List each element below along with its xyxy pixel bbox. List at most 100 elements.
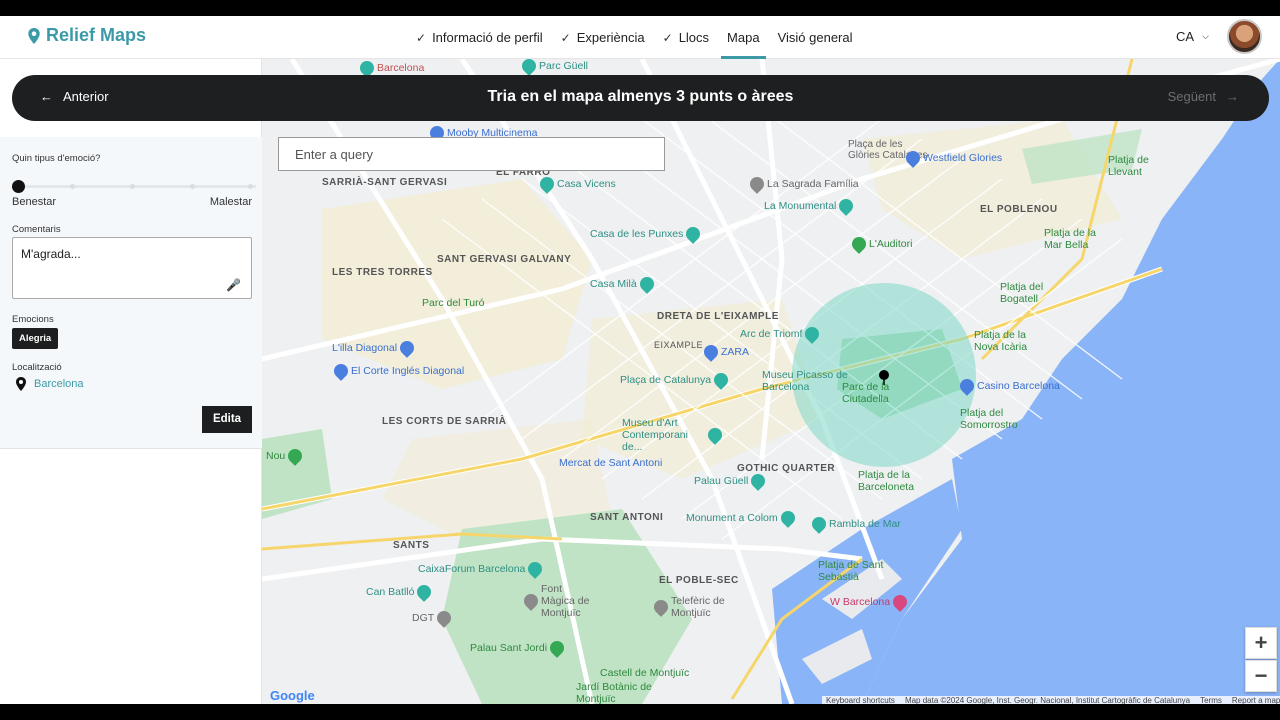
map-view[interactable]: SARRIÀ-SANT GERVASI EL FARRO SANT GERVAS… bbox=[262, 59, 1280, 704]
comment-text: M'agrada... bbox=[21, 247, 81, 261]
top-navigation: Relief Maps ✓ Informació de perfil ✓ Exper… bbox=[0, 16, 1280, 59]
microphone-icon[interactable]: 🎤 bbox=[226, 278, 241, 292]
poi-teleferic[interactable]: Telefèric de Montjuïc bbox=[651, 595, 744, 619]
zoom-out-button[interactable]: − bbox=[1245, 660, 1277, 692]
poi-font-magica[interactable]: Font Màgica de Montjuïc bbox=[521, 583, 594, 619]
poi-w-barcelona[interactable]: W Barcelona bbox=[830, 592, 911, 612]
tab-map[interactable]: Mapa bbox=[721, 16, 766, 59]
map-pin-icon bbox=[28, 27, 40, 44]
left-panel: Quin tipus d'emoció? Benestar Malestar C… bbox=[0, 59, 262, 704]
emotions-label: Emocions bbox=[12, 314, 54, 325]
slider-left-label: Benestar bbox=[12, 196, 57, 208]
poi-mercat-sant-antoni[interactable]: Mercat de Sant Antoni bbox=[559, 457, 662, 469]
keyboard-shortcuts-link[interactable]: Keyboard shortcuts bbox=[826, 696, 895, 704]
check-icon: ✓ bbox=[560, 30, 571, 45]
tab-label: Llocs bbox=[678, 30, 710, 45]
poi-casa-vicens[interactable]: Casa Vicens bbox=[537, 174, 616, 194]
instruction-banner: ← Anterior Tria en el mapa almenys 3 pun… bbox=[12, 75, 1269, 121]
poi-can-batllo[interactable]: Can Batlló bbox=[366, 582, 435, 602]
check-icon: ✓ bbox=[662, 30, 673, 45]
poi-nou[interactable]: Nou bbox=[266, 446, 306, 466]
poi-platja-bogatell[interactable]: Platja del Bogatell bbox=[1000, 281, 1060, 305]
banner-title: Tria en el mapa almenys 3 punts o àrees bbox=[487, 88, 794, 105]
poi-platja-barceloneta[interactable]: Platja de la Barceloneta bbox=[858, 469, 928, 493]
poi-parc-ciutadella[interactable]: Parc de la Ciutadella bbox=[842, 381, 902, 405]
check-icon: ✓ bbox=[416, 30, 427, 45]
poi-sagrada-familia[interactable]: La Sagrada Família bbox=[747, 174, 859, 194]
brand[interactable]: Relief Maps bbox=[28, 25, 146, 46]
slider-right-label: Malestar bbox=[209, 196, 252, 208]
tab-profile-info[interactable]: ✓ Informació de perfil bbox=[416, 16, 543, 59]
poi-auditori[interactable]: L'Auditori bbox=[849, 234, 912, 254]
district-label: SANT ANTONI bbox=[590, 512, 664, 523]
slider-tick bbox=[190, 184, 195, 189]
poi-corte-ingles[interactable]: El Corte Inglés Diagonal bbox=[331, 361, 464, 381]
poi-platja-mar-bella[interactable]: Platja de la Mar Bella bbox=[1044, 227, 1114, 251]
poi-palau-sant-jordi[interactable]: Palau Sant Jordi bbox=[470, 638, 567, 658]
poi-macba[interactable]: Museu d'Art Contemporani de... bbox=[622, 417, 725, 453]
district-label: LES CORTS DE SARRIÀ bbox=[382, 416, 507, 427]
map-data-text: Map data ©2024 Google, Inst. Geogr. Naci… bbox=[904, 696, 1191, 704]
poi-monumental[interactable]: La Monumental bbox=[764, 196, 857, 216]
poi-casa-mila[interactable]: Casa Milà bbox=[590, 274, 657, 294]
slider-tick bbox=[248, 184, 253, 189]
district-label: LES TRES TORRES bbox=[332, 267, 433, 278]
zoom-in-button[interactable]: + bbox=[1245, 627, 1277, 659]
district-label: DRETA DE L'EIXAMPLE bbox=[657, 311, 779, 322]
comment-label: Comentaris bbox=[12, 224, 61, 235]
poi-parc-turo[interactable]: Parc del Turó bbox=[422, 297, 484, 309]
map-search-input[interactable]: Enter a query bbox=[278, 137, 665, 171]
poi-rambla-mar[interactable]: Rambla de Mar bbox=[809, 514, 901, 534]
next-label: Següent bbox=[1167, 89, 1216, 104]
poi-palau-guell[interactable]: Palau Güell bbox=[694, 471, 769, 491]
tab-label: Experiència bbox=[576, 30, 645, 45]
brand-name: Relief Maps bbox=[46, 25, 147, 45]
language-selector[interactable]: CA ⌵ bbox=[1176, 29, 1209, 44]
emotion-tag: Alegria bbox=[12, 328, 59, 349]
district-label: SARRIÀ-SANT GERVASI bbox=[322, 177, 448, 188]
poi-castell-montjuic[interactable]: Castell de Montjuïc bbox=[600, 667, 689, 679]
google-logo: Google bbox=[270, 688, 315, 703]
poi-lilla[interactable]: L'illa Diagonal bbox=[332, 338, 417, 358]
tab-places[interactable]: ✓ Llocs bbox=[663, 16, 709, 59]
poi-zara[interactable]: ZARA bbox=[701, 342, 749, 362]
poi-platja-llevant[interactable]: Platja de Llevant bbox=[1108, 154, 1168, 178]
edit-button[interactable]: Edita bbox=[202, 406, 252, 433]
poi-caixaforum[interactable]: CaixaForum Barcelona bbox=[418, 559, 546, 579]
emotion-slider-thumb[interactable] bbox=[12, 180, 25, 193]
poi-platja-somorrostro[interactable]: Platja del Somorrostro bbox=[960, 407, 1030, 431]
poi-parc-guell[interactable]: Parc Güell bbox=[519, 59, 588, 76]
poi-casa-punxes[interactable]: Casa de les Punxes bbox=[590, 224, 704, 244]
poi-placa-catalunya[interactable]: Plaça de Catalunya bbox=[620, 370, 731, 390]
app-frame: SARRIÀ-SANT GERVASI EL FARRO SANT GERVAS… bbox=[0, 16, 1280, 704]
district-label: EIXAMPLE bbox=[654, 340, 704, 350]
emotion-slider-track[interactable] bbox=[18, 185, 256, 188]
tab-label: Visió general bbox=[777, 30, 853, 45]
comment-textarea[interactable]: M'agrada... 🎤 bbox=[12, 237, 252, 299]
user-avatar[interactable] bbox=[1227, 19, 1262, 54]
report-error-link[interactable]: Report a map error bbox=[1232, 696, 1280, 704]
location-label: Localització bbox=[12, 362, 62, 373]
map-attribution: Keyboard shortcuts Map data ©2024 Google… bbox=[822, 696, 1280, 704]
point-detail-card: Quin tipus d'emoció? Benestar Malestar C… bbox=[0, 137, 262, 449]
district-label: SANTS bbox=[393, 540, 430, 551]
tab-overview[interactable]: Visió general bbox=[778, 16, 853, 59]
district-label: EL POBLENOU bbox=[980, 204, 1058, 215]
poi-platja-sant-sebastia[interactable]: Platja de Sant Sebastià bbox=[818, 559, 888, 583]
district-label: SANT GERVASI GALVANY bbox=[437, 254, 572, 265]
poi-dgt[interactable]: DGT bbox=[412, 608, 455, 628]
poi-jardi-botanic[interactable]: Jardí Botànic de Montjuïc bbox=[576, 681, 666, 704]
tab-experience[interactable]: ✓ Experiència bbox=[561, 16, 645, 59]
tab-label: Informació de perfil bbox=[432, 30, 543, 45]
poi-arc-triomf[interactable]: Arc de Triomf bbox=[740, 324, 823, 344]
location-value: Barcelona bbox=[16, 377, 84, 391]
poi-casino[interactable]: Casino Barcelona bbox=[957, 376, 1060, 396]
step-tabs: ✓ Informació de perfil ✓ Experiència ✓ Lloc… bbox=[416, 16, 853, 59]
location-text[interactable]: Barcelona bbox=[34, 378, 84, 390]
next-button[interactable]: Següent → bbox=[1168, 89, 1239, 104]
emotion-question-label: Quin tipus d'emoció? bbox=[12, 153, 101, 164]
poi-westfield[interactable]: Westfield Glories bbox=[903, 148, 1002, 168]
terms-link[interactable]: Terms bbox=[1200, 696, 1222, 704]
poi-platja-nova-icaria[interactable]: Platja de la Nova Icària bbox=[974, 329, 1044, 353]
poi-monument-colom[interactable]: Monument a Colom bbox=[686, 508, 798, 528]
